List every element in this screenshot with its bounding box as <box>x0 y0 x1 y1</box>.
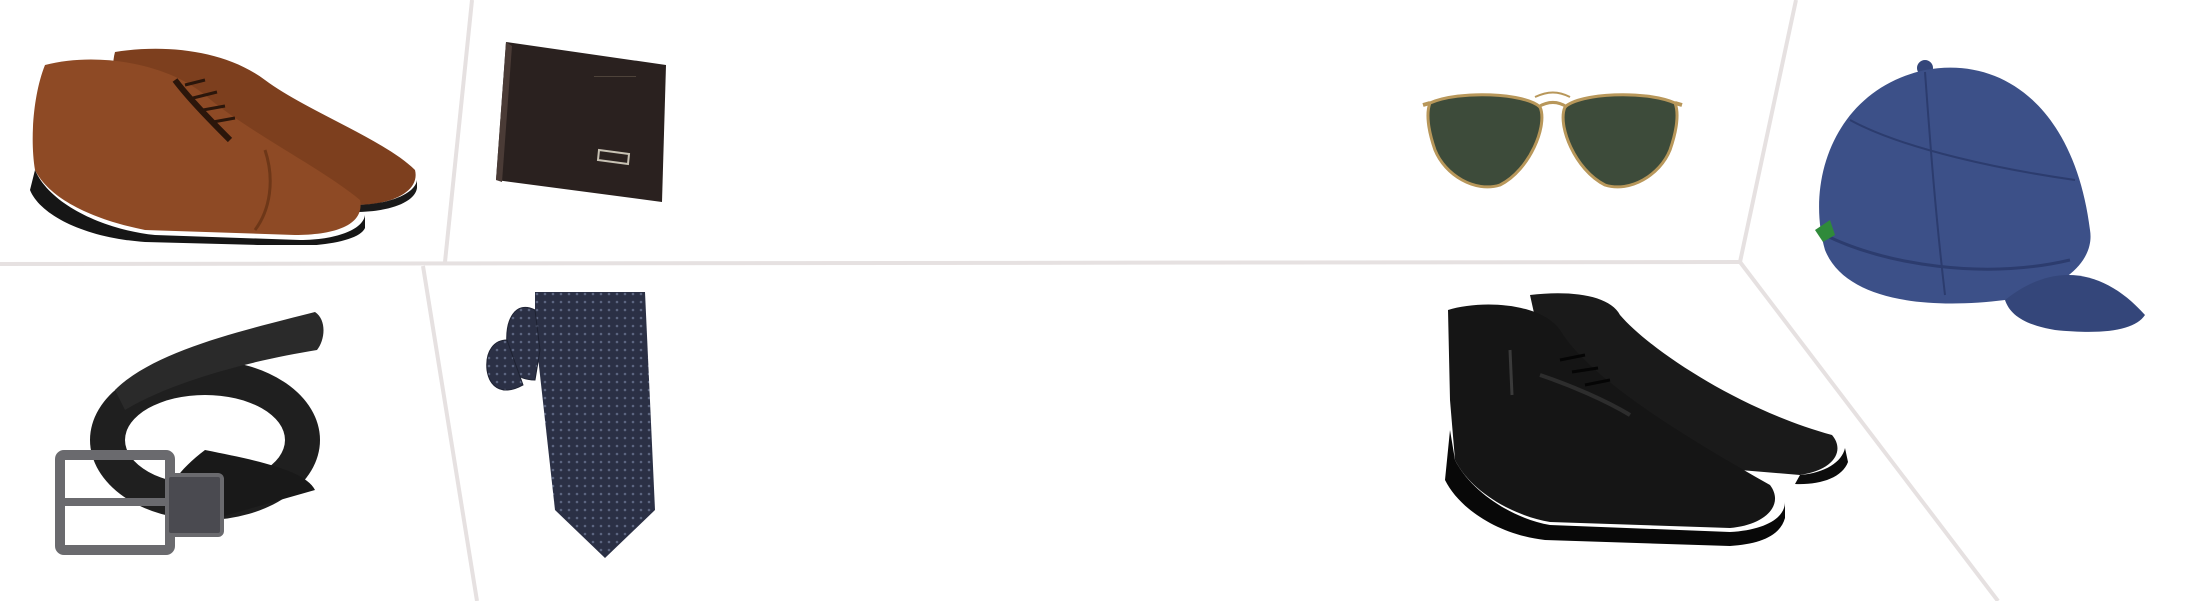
product-wallet[interactable]: —————— <box>494 40 669 205</box>
product-baseball-cap[interactable] <box>1805 60 2150 360</box>
black-chukka-boots-icon <box>1445 293 1848 546</box>
divider-top-left <box>443 0 474 263</box>
brown-oxford-shoes-icon <box>30 48 417 245</box>
bifold-wallet-icon: —————— <box>496 42 666 202</box>
aviator-sunglasses-icon <box>1422 91 1683 189</box>
product-reversible-belt[interactable] <box>55 310 330 565</box>
product-chukka-boots[interactable] <box>1440 290 1850 555</box>
product-oxford-shoes[interactable] <box>25 40 420 245</box>
navy-cap-icon <box>1815 60 2145 332</box>
divider-horizontal <box>0 260 1741 266</box>
product-aviator-sunglasses[interactable] <box>1420 85 1685 195</box>
divider-top-right <box>1738 0 1798 263</box>
product-neck-tie[interactable] <box>485 290 655 560</box>
leather-belt-icon <box>55 312 324 555</box>
patterned-tie-icon <box>486 292 655 558</box>
svg-text:——————: —————— <box>593 72 637 80</box>
divider-bottom-left <box>421 265 479 601</box>
accessories-banner: —————— <box>0 0 2200 601</box>
